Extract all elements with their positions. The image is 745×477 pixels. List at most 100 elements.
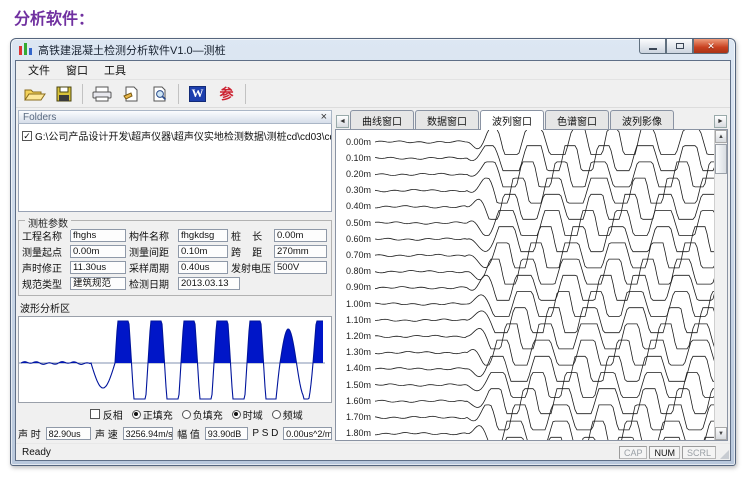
input-measure-spacing[interactable]: 0.10m [178, 245, 228, 258]
tree-item[interactable]: ✓ G:\公司产品设计开发\超声仪器\超声仪实地检测数据\测桩cd\cd03\c… [22, 128, 328, 143]
readout-psd[interactable]: 0.00us^2/m [283, 427, 332, 440]
radio-selected-icon[interactable] [132, 410, 141, 419]
depth-label: 0.70m [346, 250, 371, 260]
status-toggles: CAP NUM SCRL [619, 446, 716, 459]
close-button[interactable]: ✕ [693, 39, 729, 54]
input-sound-time-correction[interactable]: 11.30us [70, 261, 126, 274]
input-span[interactable]: 270mm [274, 245, 327, 258]
tab-curve-window[interactable]: 曲线窗口 [350, 110, 414, 129]
window-titlebar[interactable]: 高铁建混凝土检测分析软件V1.0—测桩 ✕ [15, 39, 731, 60]
resize-grip-icon[interactable] [720, 450, 729, 459]
depth-label: 0.00m [346, 137, 371, 147]
preview-button[interactable] [146, 82, 173, 106]
input-sampling-period[interactable]: 0.40us [178, 261, 228, 274]
param-label: 测量间距 [126, 244, 178, 259]
folders-panel-header[interactable]: Folders × [18, 110, 332, 124]
wave-train-traces [375, 130, 720, 441]
input-test-date[interactable]: 2013.03.13 [178, 277, 240, 290]
positive-fill-radio[interactable]: 正填充 [132, 407, 173, 422]
toolbar: W 参 [16, 80, 730, 108]
folders-tree[interactable]: ✓ G:\公司产品设计开发\超声仪器\超声仪实地检测数据\测桩cd\cd03\c… [18, 124, 332, 212]
input-pile-length[interactable]: 0.00m [274, 229, 327, 242]
input-component-name[interactable]: fhgkdsg [178, 229, 228, 242]
param-label: 跨 距 [228, 244, 274, 259]
radio-selected-icon[interactable] [232, 410, 241, 419]
tab-wave-train-window[interactable]: 波列窗口 [480, 110, 544, 130]
tab-spectrum-window[interactable]: 色谱窗口 [545, 110, 609, 129]
save-button[interactable] [50, 82, 77, 106]
radio-icon[interactable] [182, 410, 191, 419]
folders-close-icon[interactable]: × [321, 112, 327, 122]
positive-fill-label: 正填充 [143, 407, 173, 422]
depth-label: 1.20m [346, 331, 371, 341]
invert-checkbox[interactable]: 反相 [90, 407, 123, 422]
tab-data-window[interactable]: 数据窗口 [415, 110, 479, 129]
wave-train-area[interactable]: 0.00m0.10m0.20m0.30m0.40m0.50m0.60m0.70m… [335, 129, 728, 441]
waveform-analysis-plot[interactable] [18, 316, 332, 403]
waveform-trace [375, 340, 719, 365]
params-button[interactable]: 参 [213, 82, 240, 106]
scrollbar-thumb[interactable] [715, 144, 727, 174]
param-label: 发射电压 [228, 260, 274, 275]
toolbar-separator [245, 84, 246, 104]
time-domain-label: 时域 [243, 407, 263, 422]
checkbox-icon[interactable] [90, 409, 100, 419]
menu-item-window[interactable]: 窗口 [58, 60, 96, 80]
blue-waveform [19, 317, 325, 403]
depth-label: 0.50m [346, 218, 371, 228]
tab-scroll-left-icon[interactable]: ◄ [336, 115, 349, 128]
waveform-trace [375, 356, 719, 381]
psd-label: P S D [252, 428, 281, 439]
waveform-trace [375, 275, 719, 300]
depth-label: 0.40m [346, 201, 371, 211]
menu-bar: 文件 窗口 工具 [16, 61, 730, 80]
open-button[interactable] [21, 82, 48, 106]
depth-label: 1.10m [346, 315, 371, 325]
time-domain-radio[interactable]: 时域 [232, 407, 263, 422]
word-export-button[interactable]: W [184, 82, 211, 106]
scroll-up-icon[interactable]: ▲ [715, 130, 727, 143]
app-window: 高铁建混凝土检测分析软件V1.0—测桩 ✕ 文件 窗口 工具 [10, 38, 736, 466]
tab-scroll-right-icon[interactable]: ► [714, 115, 727, 128]
save-icon [56, 86, 72, 102]
menu-item-file[interactable]: 文件 [20, 60, 58, 80]
waveform-trace [375, 227, 719, 252]
radio-icon[interactable] [272, 410, 281, 419]
checkbox-checked-icon[interactable]: ✓ [22, 131, 32, 141]
depth-label: 1.00m [346, 299, 371, 309]
waveform-positive-fill [21, 321, 323, 363]
minimize-button[interactable] [639, 39, 666, 54]
param-label: 构件名称 [126, 228, 178, 243]
input-emission-voltage[interactable]: 500V [274, 261, 327, 274]
pile-params-group: 测桩参数 工程名称 fhghs 构件名称 fhgkdsg 桩 长 0.00m 测… [18, 220, 332, 296]
print-button[interactable] [88, 82, 115, 106]
page-title: 分析软件： [14, 5, 94, 29]
readout-amplitude[interactable]: 93.90dB [205, 427, 249, 440]
depth-label: 0.20m [346, 169, 371, 179]
vertical-scrollbar[interactable]: ▲ ▼ [714, 130, 727, 440]
display-options-row: 反相 正填充 负填充 时域 频域 [90, 407, 332, 422]
negative-fill-radio[interactable]: 负填充 [182, 407, 223, 422]
waveform-trace [375, 308, 719, 333]
status-bar: Ready CAP NUM SCRL [16, 443, 730, 460]
params-icon: 参 [220, 84, 234, 104]
maximize-button[interactable] [666, 39, 693, 54]
input-project-name[interactable]: fhghs [70, 229, 126, 242]
waveform-trace [375, 437, 719, 441]
tab-wave-image[interactable]: 波列影像 [610, 110, 674, 129]
param-label: 检测日期 [126, 276, 178, 291]
depth-label: 0.60m [346, 234, 371, 244]
readout-sound-time[interactable]: 82.90us [46, 427, 91, 440]
param-label: 规范类型 [22, 276, 70, 291]
scroll-down-icon[interactable]: ▼ [715, 427, 727, 440]
readout-sound-velocity[interactable]: 3256.94m/s [123, 427, 174, 440]
freq-domain-radio[interactable]: 频域 [272, 407, 303, 422]
window-title: 高铁建混凝土检测分析软件V1.0—测桩 [38, 42, 226, 58]
readouts-row: 声 时 82.90us 声 速 3256.94m/s 幅 值 93.90dB P… [18, 426, 332, 441]
input-standard-type[interactable]: 建筑规范 [70, 277, 126, 290]
menu-item-tools[interactable]: 工具 [96, 60, 134, 80]
input-measure-start[interactable]: 0.00m [70, 245, 126, 258]
export-button[interactable] [117, 82, 144, 106]
param-label: 采样周期 [126, 260, 178, 275]
depth-label: 1.60m [346, 396, 371, 406]
